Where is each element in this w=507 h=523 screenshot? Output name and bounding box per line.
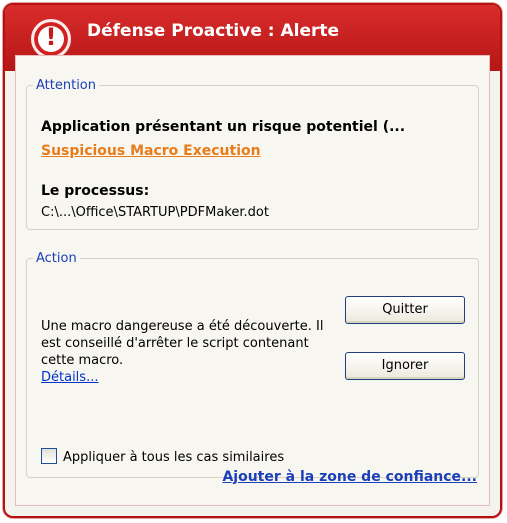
- attention-group: Attention Application présentant un risq…: [26, 78, 479, 230]
- exclamation-circle-icon: !: [31, 19, 71, 59]
- risk-headline: Application présentant un risque potenti…: [41, 119, 406, 135]
- apply-all-label[interactable]: Appliquer à tous les cas similaires: [63, 450, 284, 465]
- dialog-content: Attention Application présentant un risq…: [15, 55, 490, 506]
- details-link[interactable]: Détails...: [41, 370, 98, 385]
- action-legend: Action: [36, 251, 77, 266]
- quit-button[interactable]: Quitter: [345, 296, 465, 324]
- apply-all-row[interactable]: Appliquer à tous les cas similaires: [41, 448, 284, 465]
- process-label: Le processus:: [41, 183, 150, 199]
- action-description: Une macro dangereuse a été découverte. I…: [41, 318, 337, 386]
- threat-name-link[interactable]: Suspicious Macro Execution: [41, 143, 261, 159]
- alert-window: ! Défense Proactive : Alerte Attention A…: [3, 3, 502, 518]
- action-group: Action Une macro dangereuse a été découv…: [26, 251, 479, 478]
- process-path: C:\...\Office\STARTUP\PDFMaker.dot: [41, 205, 269, 220]
- ignore-button[interactable]: Ignorer: [345, 352, 465, 380]
- add-trust-zone-link[interactable]: Ajouter à la zone de confiance...: [222, 469, 477, 485]
- window-title: Défense Proactive : Alerte: [87, 21, 340, 41]
- attention-legend: Attention: [36, 78, 96, 93]
- apply-all-checkbox[interactable]: [41, 448, 57, 464]
- action-description-text: Une macro dangereuse a été découverte. I…: [41, 319, 324, 368]
